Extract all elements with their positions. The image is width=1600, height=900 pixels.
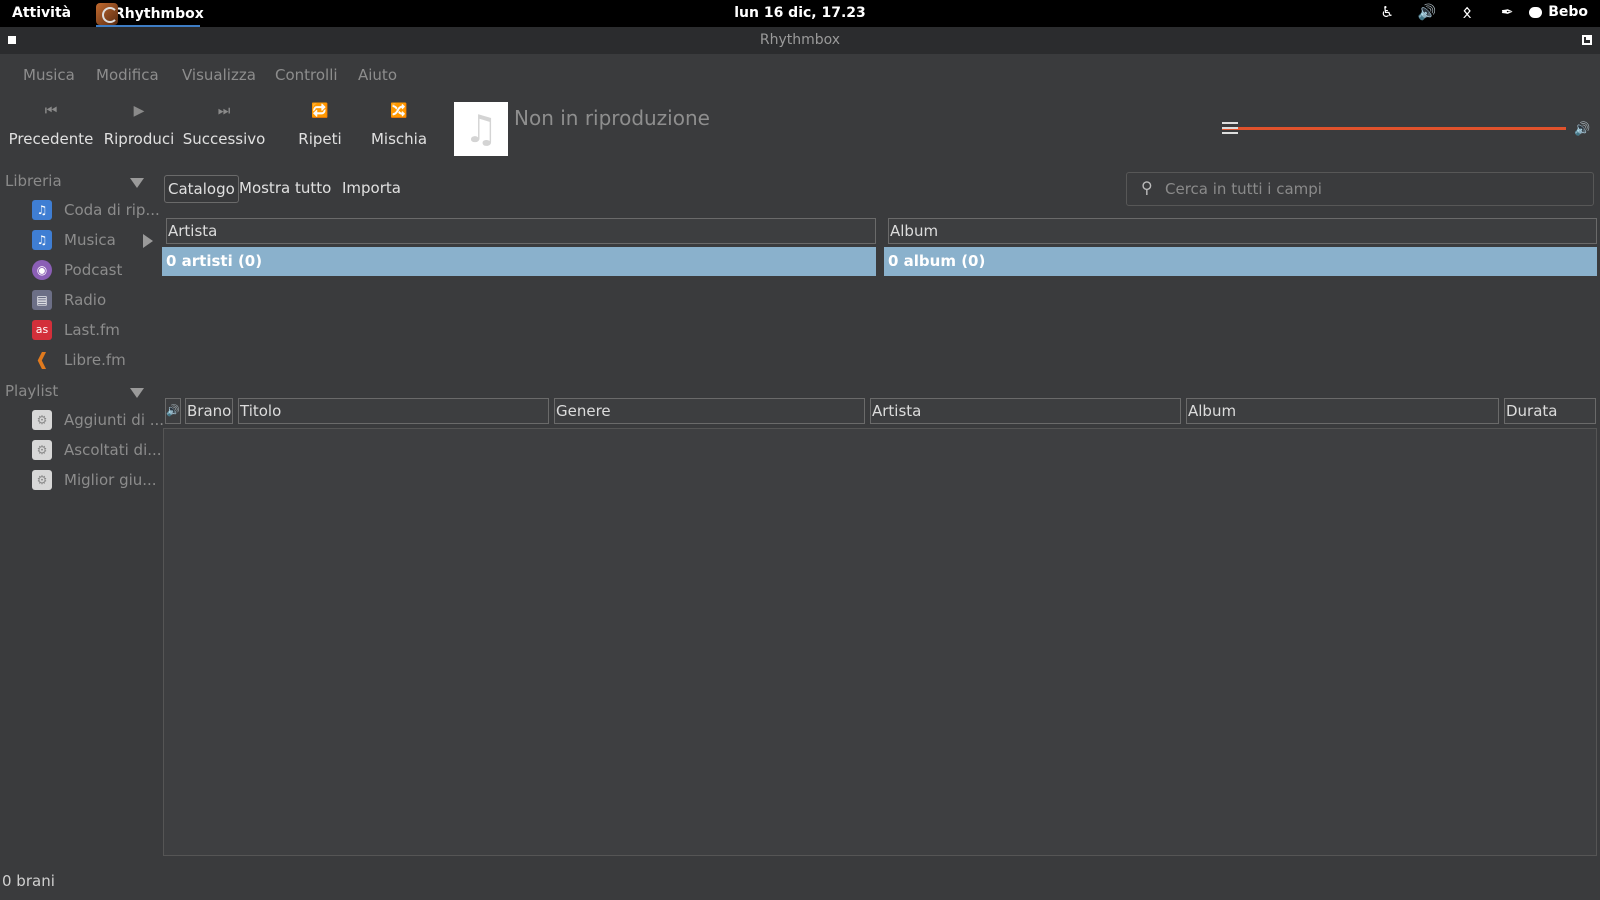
- column-durata[interactable]: Durata: [1504, 398, 1596, 424]
- speaker-icon[interactable]: 🔊: [1574, 122, 1590, 137]
- volume-icon[interactable]: 🔊: [1407, 3, 1447, 21]
- column-artista[interactable]: Artista: [870, 398, 1181, 424]
- expand-music-icon[interactable]: [143, 234, 153, 248]
- pen-icon[interactable]: ✒: [1487, 3, 1527, 21]
- tab-importa[interactable]: Importa: [339, 175, 404, 203]
- library-header[interactable]: Libreria: [5, 172, 62, 190]
- column-brano[interactable]: Brano: [185, 398, 233, 424]
- now-playing-title: Non in riproduzione: [514, 106, 710, 130]
- repeat-icon: 🔁: [311, 103, 329, 119]
- menu-controlli[interactable]: Controlli: [275, 66, 338, 84]
- music-note-icon: ♫: [32, 230, 52, 250]
- menu-visualizza[interactable]: Visualizza: [182, 66, 256, 84]
- radio-icon: ▤: [32, 290, 52, 310]
- sidebar-item-librefm[interactable]: ❰ Libre.fm: [30, 348, 160, 374]
- chat-icon: [1529, 6, 1543, 18]
- window-title-bar[interactable]: Rhythmbox: [0, 27, 1600, 54]
- repeat-button[interactable]: 🔁 Ripeti: [292, 94, 348, 158]
- tracklist-body[interactable]: [163, 428, 1597, 856]
- album-pane: Album 0 album (0): [884, 218, 1597, 386]
- gnome-top-bar: Attività Rhythmbox lun 16 dic, 17.23 ♿ 🔊…: [0, 0, 1600, 27]
- album-row-all[interactable]: 0 album (0): [884, 247, 1597, 276]
- search-input[interactable]: [1165, 177, 1585, 201]
- play-icon: ▶: [133, 103, 145, 119]
- music-note-icon: ♫: [463, 107, 499, 151]
- window-menu-icon[interactable]: [8, 36, 16, 44]
- album-art: ♫: [454, 102, 508, 156]
- accessibility-icon[interactable]: ♿: [1367, 3, 1407, 21]
- sidebar-item-top-rated[interactable]: ⚙ Miglior giu...: [30, 468, 160, 494]
- column-titolo[interactable]: Titolo: [238, 398, 549, 424]
- tracklist-header: 🔊 Brano Titolo Genere Artista Album Dura…: [0, 398, 1600, 424]
- user-menu[interactable]: Bebo: [1529, 4, 1588, 20]
- user-name: Bebo: [1548, 4, 1588, 20]
- tab-catalogo[interactable]: Catalogo: [164, 175, 239, 203]
- sidebar-item-podcast[interactable]: ◉ Podcast: [30, 258, 160, 284]
- sidebar-item-queue[interactable]: ♫ Coda di rip...: [30, 198, 160, 224]
- system-tray: ♿ 🔊 ᛟ ✒ Bebo: [1367, 3, 1588, 21]
- playing-speaker-icon[interactable]: 🔊: [165, 398, 181, 424]
- tab-mostra-tutto[interactable]: Mostra tutto: [236, 175, 334, 203]
- music-note-icon: ♫: [32, 200, 52, 220]
- volume-slider[interactable]: [1222, 120, 1566, 138]
- sidebar-item-recently-played[interactable]: ⚙ Ascoltati di...: [30, 438, 162, 464]
- play-button[interactable]: ▶ Riproduci: [102, 94, 176, 158]
- artist-pane: Artista 0 artisti (0): [162, 218, 876, 386]
- previous-button[interactable]: ⏮ Precedente: [6, 94, 96, 158]
- gear-icon: ⚙: [32, 470, 52, 490]
- sidebar-item-music[interactable]: ♫ Musica: [30, 228, 160, 254]
- window-title: Rhythmbox: [759, 32, 841, 48]
- sidebar-item-lastfm[interactable]: as Last.fm: [30, 318, 160, 344]
- menu-bar: Musica Modifica Visualizza Controlli Aiu…: [0, 54, 1600, 94]
- column-genere[interactable]: Genere: [554, 398, 865, 424]
- skip-forward-icon: ⏭: [217, 103, 231, 119]
- collapse-library-icon[interactable]: [130, 178, 144, 188]
- collapse-playlist-icon[interactable]: [130, 388, 144, 398]
- maximize-icon[interactable]: [1582, 35, 1592, 45]
- bluetooth-icon[interactable]: ᛟ: [1447, 3, 1487, 21]
- search-box: ⚲: [1126, 172, 1594, 206]
- wifi-icon: ❰: [34, 350, 50, 370]
- next-button[interactable]: ⏭ Successivo: [182, 94, 266, 158]
- column-album[interactable]: Album: [1186, 398, 1499, 424]
- menu-modifica[interactable]: Modifica: [96, 66, 159, 84]
- status-bar-text: 0 brani: [2, 872, 55, 890]
- menu-musica[interactable]: Musica: [23, 66, 75, 84]
- search-icon: ⚲: [1141, 178, 1153, 197]
- sidebar: Libreria ♫ Coda di rip... ♫ Musica ◉ Pod…: [0, 168, 164, 858]
- album-column-header[interactable]: Album: [888, 218, 1597, 244]
- volume-track: [1222, 127, 1566, 130]
- artist-column-header[interactable]: Artista: [166, 218, 876, 244]
- menu-aiuto[interactable]: Aiuto: [358, 66, 397, 84]
- shuffle-button[interactable]: 🔀 Mischia: [368, 94, 430, 158]
- volume-handle[interactable]: [1222, 120, 1238, 136]
- sidebar-item-radio[interactable]: ▤ Radio: [30, 288, 160, 314]
- skip-back-icon: ⏮: [44, 103, 58, 119]
- player-toolbar: ⏮ Precedente ▶ Riproduci ⏭ Successivo 🔁 …: [0, 94, 1600, 164]
- lastfm-icon: as: [32, 320, 52, 340]
- clock[interactable]: lun 16 dic, 17.23: [0, 5, 1600, 21]
- podcast-icon: ◉: [32, 260, 52, 280]
- artist-row-all[interactable]: 0 artisti (0): [162, 247, 876, 276]
- shuffle-icon: 🔀: [390, 103, 408, 119]
- gear-icon: ⚙: [32, 440, 52, 460]
